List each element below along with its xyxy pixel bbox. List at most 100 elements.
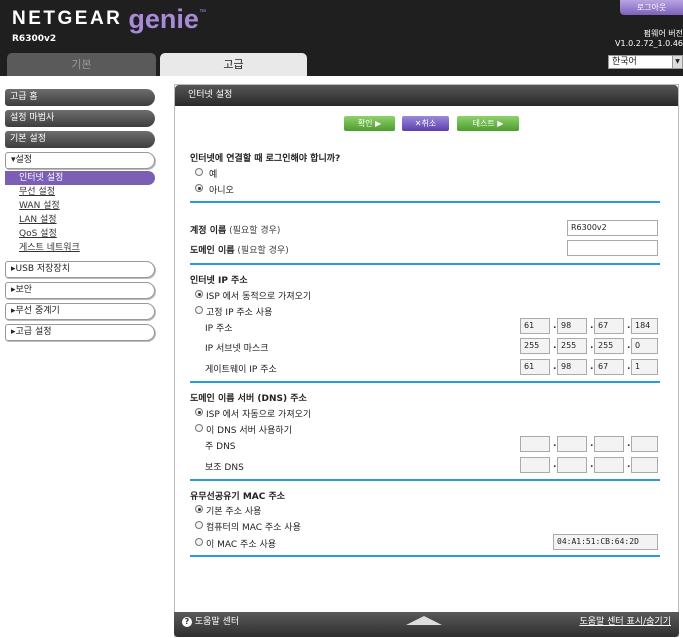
section-divider <box>190 381 660 383</box>
octet-dot: . <box>590 321 594 331</box>
ip-dynamic-label: ISP 에서 동적으로 가져오기 <box>206 292 312 302</box>
help-center-label: 도움말 센터 <box>194 617 240 627</box>
domain-name-input[interactable] <box>567 240 658 256</box>
setup-submenu: 인터넷 설정 무선 설정 WAN 설정 LAN 설정 QoS 설정 게스트 네트… <box>5 171 155 255</box>
sidebar-section-usb-storage[interactable]: ▸USB 저장장치 <box>5 261 155 278</box>
ip-static-radio[interactable] <box>195 306 203 314</box>
sidebar-item-qos-setup[interactable]: QoS 설정 <box>5 227 155 241</box>
ip-address-octet-3[interactable]: 67 <box>594 318 624 334</box>
firmware-label: 펌웨어 버전 <box>643 29 683 38</box>
apply-button[interactable]: 확인 ▶ <box>344 116 395 131</box>
subnet-octet-3[interactable]: 255 <box>594 338 624 354</box>
login-yes-radio[interactable] <box>195 168 203 176</box>
router-model: R6300v2 <box>12 34 57 44</box>
gateway-octet-1[interactable]: 61 <box>520 359 550 375</box>
sidebar-item-wireless-setup[interactable]: 무선 설정 <box>5 185 155 199</box>
octet-dot: . <box>553 321 557 331</box>
dns-section-title: 도메인 이름 서버 (DNS) 주소 <box>190 394 307 404</box>
secondary-dns-octet-4[interactable] <box>631 457 658 473</box>
test-button[interactable]: 테스트 ▶ <box>457 116 519 131</box>
secondary-dns-label: 보조 DNS <box>205 463 244 473</box>
sidebar-section-advanced-setup[interactable]: ▸고급 설정 <box>5 324 155 341</box>
ip-address-label: IP 주소 <box>205 324 233 334</box>
gateway-octet-4[interactable]: 1 <box>631 359 658 375</box>
expand-arrow-icon[interactable] <box>406 616 442 625</box>
chevron-down-icon: ▼ <box>672 56 682 68</box>
account-name-text: 계정 이름 <box>190 226 227 236</box>
login-no-label: 아니오 <box>209 186 234 196</box>
primary-dns-octet-3[interactable] <box>594 436 624 452</box>
subnet-octet-1[interactable]: 255 <box>520 338 550 354</box>
octet-dot: . <box>553 460 557 470</box>
primary-dns-octet-2[interactable] <box>557 436 587 452</box>
tab-basic[interactable]: 기본 <box>7 53 156 76</box>
ip-address-octet-1[interactable]: 61 <box>520 318 550 334</box>
ip-static-label: 고정 IP 주소 사용 <box>206 308 273 318</box>
octet-dot: . <box>590 460 594 470</box>
help-center-bar: ? 도움말 센터 도움말 센터 표시/숨기기 <box>174 612 679 637</box>
cancel-button[interactable]: ✕취소 <box>402 116 449 131</box>
mac-computer-radio[interactable] <box>195 521 203 529</box>
login-yes-label: 예 <box>209 170 218 180</box>
octet-dot: . <box>627 439 631 449</box>
toggle-help-center-link[interactable]: 도움말 센터 표시/숨기기 <box>579 614 671 630</box>
subnet-octet-2[interactable]: 255 <box>557 338 587 354</box>
sidebar-section-security[interactable]: ▸보안 <box>5 282 155 299</box>
octet-dot: . <box>553 439 557 449</box>
logout-button[interactable]: 로그아웃 <box>620 0 683 15</box>
mac-this-radio[interactable] <box>195 538 203 546</box>
gateway-label: 게이트웨이 IP 주소 <box>205 365 277 375</box>
sidebar-item-internet-setup[interactable]: 인터넷 설정 <box>5 171 155 185</box>
mac-address-input[interactable]: 04:A1:51:CB:64:2D <box>553 534 658 550</box>
secondary-dns-octet-1[interactable] <box>520 457 550 473</box>
sidebar-item-lan-setup[interactable]: LAN 설정 <box>5 213 155 227</box>
account-name-hint: (필요할 경우) <box>229 226 281 236</box>
sidebar-item-wan-setup[interactable]: WAN 설정 <box>5 199 155 213</box>
mac-this-label: 이 MAC 주소 사용 <box>206 540 277 550</box>
sidebar: 고급 홈 설정 마법사 기본 설정 ▾설정 인터넷 설정 무선 설정 WAN 설… <box>5 89 155 345</box>
sidebar-item-basic-settings[interactable]: 기본 설정 <box>5 131 155 148</box>
sidebar-item-advanced-home[interactable]: 고급 홈 <box>5 89 155 106</box>
primary-dns-octet-1[interactable] <box>520 436 550 452</box>
octet-dot: . <box>553 362 557 372</box>
mac-computer-label: 컴퓨터의 MAC 주소 사용 <box>206 523 301 533</box>
dns-manual-label: 이 DNS 서버 사용하기 <box>206 426 292 436</box>
dns-manual-radio[interactable] <box>195 424 203 432</box>
panel-content: 확인 ▶ ✕취소 테스트 ▶ 인터넷에 연결할 때 로그인해야 합니까? 예 아… <box>175 85 678 638</box>
gateway-octet-2[interactable]: 98 <box>557 359 587 375</box>
internet-ip-section-title: 인터넷 IP 주소 <box>190 276 248 286</box>
help-center-link[interactable]: ? 도움말 센터 <box>182 614 239 630</box>
firmware-version: V1.0.2.72_1.0.46 <box>615 39 683 48</box>
account-name-label: 계정 이름 (필요할 경우) <box>190 223 280 236</box>
octet-dot: . <box>553 341 557 351</box>
dns-auto-label: ISP 에서 자동으로 가져오기 <box>206 410 312 420</box>
subnet-octet-4[interactable]: 0 <box>631 338 658 354</box>
sidebar-item-guest-network[interactable]: 게스트 네트워크 <box>5 241 155 255</box>
domain-name-label: 도메인 이름 (필요할 경우) <box>190 243 289 256</box>
login-no-radio[interactable] <box>195 184 203 192</box>
ip-dynamic-radio[interactable] <box>195 290 203 298</box>
sidebar-section-wireless-repeater[interactable]: ▸무선 중계기 <box>5 303 155 320</box>
domain-name-text: 도메인 이름 <box>190 246 235 256</box>
tab-advanced[interactable]: 고급 <box>160 53 307 76</box>
brand-genie: genie <box>128 4 199 34</box>
sidebar-section-setup[interactable]: ▾설정 <box>5 152 155 169</box>
secondary-dns-octet-3[interactable] <box>594 457 624 473</box>
primary-dns-octet-4[interactable] <box>631 436 658 452</box>
octet-dot: . <box>627 321 631 331</box>
ip-address-octet-4[interactable]: 184 <box>631 318 658 334</box>
account-name-input[interactable]: R6300v2 <box>567 220 658 236</box>
secondary-dns-octet-2[interactable] <box>557 457 587 473</box>
sidebar-item-setup-wizard[interactable]: 설정 마법사 <box>5 110 155 127</box>
mac-default-radio[interactable] <box>195 505 203 513</box>
dns-auto-radio[interactable] <box>195 408 203 416</box>
domain-name-hint: (필요할 경우) <box>237 246 289 256</box>
section-divider <box>190 555 660 557</box>
language-select[interactable]: 한국어 ▼ <box>608 55 683 69</box>
netgear-genie-logo: NETGEAR genie™ <box>12 4 206 35</box>
gateway-octet-3[interactable]: 67 <box>594 359 624 375</box>
login-question: 인터넷에 연결할 때 로그인해야 합니까? <box>190 154 341 164</box>
ip-address-octet-2[interactable]: 98 <box>557 318 587 334</box>
brand-trademark: ™ <box>198 9 206 16</box>
section-divider <box>190 201 660 203</box>
